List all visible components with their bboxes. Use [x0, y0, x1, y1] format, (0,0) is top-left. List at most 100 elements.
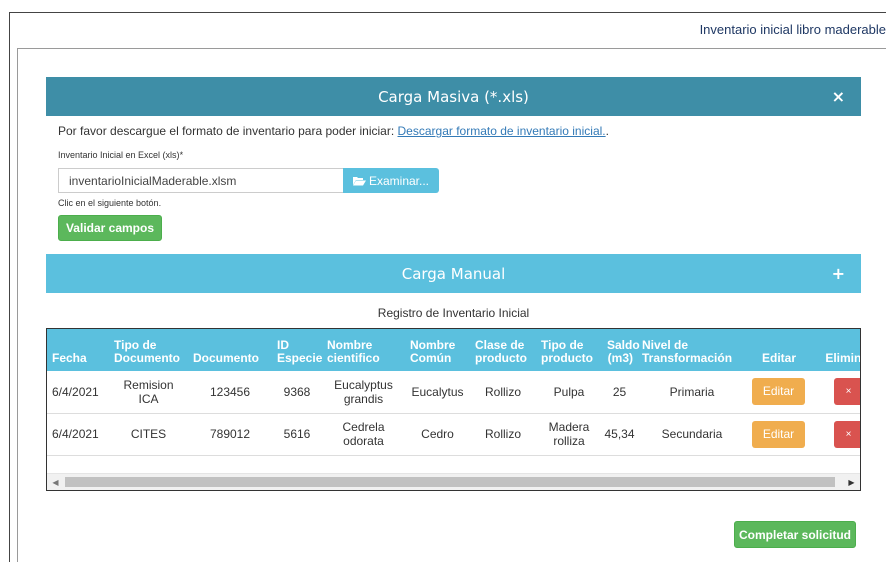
edit-button[interactable]: Editar: [752, 378, 805, 406]
scroll-left-icon[interactable]: ◀: [47, 474, 64, 490]
header-documento-label: Documento: [193, 351, 259, 365]
cell-saldo: 25: [602, 371, 637, 414]
page-title: Inventario inicial libro maderable: [699, 22, 886, 37]
header-saldo-line2: (m3): [607, 351, 633, 365]
cell-saldo: 45,34: [602, 413, 637, 456]
expand-icon[interactable]: +: [832, 254, 845, 293]
cell-tipo-producto: Madera rolliza: [536, 413, 602, 456]
cell-editar: Editar: [747, 413, 810, 456]
header-editar-label: Editar: [761, 351, 796, 365]
cell-tipo-documento-line1: Remision: [123, 377, 174, 392]
cell-nombre-cientifico-line2: grandis: [343, 391, 384, 406]
inventory-table: Fecha Tipo de Documento Documento ID Espec…: [46, 328, 861, 491]
header-fecha[interactable]: Fecha: [47, 329, 109, 371]
edit-button[interactable]: Editar: [752, 420, 805, 448]
cell-id-especie: 5616: [272, 413, 322, 456]
header-documento[interactable]: Documento: [188, 329, 272, 371]
complete-request-button[interactable]: Completar solicitud: [734, 521, 856, 548]
cell-nivel-transformacion: Primaria: [637, 371, 747, 414]
header-clase-line1: Clase de: [475, 338, 525, 352]
table-row: 6/4/2021 Remision ICA 123456 9368 Eucalyp…: [47, 371, 860, 414]
table-row: 6/4/2021 CITES 789012 5616 Cedrela odorat…: [47, 413, 860, 456]
download-format-link[interactable]: Descargar formato de inventario inicial.: [398, 124, 606, 138]
header-nombre-comun[interactable]: Nombre Común: [405, 329, 470, 371]
file-input[interactable]: inventarioInicialMaderable.xlsm: [58, 168, 343, 193]
cell-nombre-comun: Cedro: [405, 413, 470, 456]
header-nivel-line2: Transformación: [642, 351, 733, 365]
folder-open-icon: [352, 176, 366, 185]
cell-nombre-cientifico: Cedrela odorata: [322, 413, 405, 456]
excel-field-label: Inventario Inicial en Excel (xls)*: [58, 150, 183, 160]
cell-clase-producto: Rollizo: [470, 371, 536, 414]
delete-icon[interactable]: ×: [834, 420, 860, 448]
cell-tipo-producto: Pulpa: [536, 371, 602, 414]
cell-id-especie: 9368: [272, 371, 322, 414]
header-clase-line2: producto: [475, 351, 527, 365]
header-nombre-comun-line2: Común: [410, 351, 452, 365]
cell-documento: 123456: [188, 371, 272, 414]
cell-tipo-documento: CITES: [109, 413, 188, 456]
cell-nombre-cientifico-line2: odorata: [343, 434, 384, 448]
validate-hint: Clic en el siguiente botón.: [58, 198, 162, 208]
header-saldo[interactable]: Saldo (m3): [602, 329, 640, 371]
browse-button[interactable]: Examinar...: [343, 168, 439, 193]
cell-nivel-transformacion: Secundaria: [637, 413, 747, 456]
window-top-border: [9, 12, 886, 13]
file-input-value: inventarioInicialMaderable.xlsm: [69, 173, 237, 188]
header-eliminar-label: Eliminar: [825, 351, 861, 365]
header-tipo-documento-line2: Documento: [114, 351, 180, 365]
table-header-row: Fecha Tipo de Documento Documento ID Espec…: [47, 329, 861, 371]
scroll-right-icon[interactable]: ▶: [843, 474, 860, 490]
header-tipo-documento[interactable]: Tipo de Documento: [109, 329, 188, 371]
cell-nombre-cientifico: Eucalyptus grandis: [322, 371, 405, 414]
header-nivel-transformacion[interactable]: Nivel de Transformación: [637, 329, 747, 371]
header-eliminar: Eliminar: [810, 329, 861, 371]
delete-icon[interactable]: ×: [834, 378, 860, 406]
required-mark: *: [179, 150, 184, 160]
intro-end: .: [605, 124, 609, 138]
header-fecha-label: Fecha: [52, 351, 87, 365]
excel-field-label-text: Inventario Inicial en Excel (xls): [58, 150, 180, 160]
header-nombre-cientifico-line1: Nombre: [327, 338, 373, 352]
header-tipo-producto-line2: producto: [541, 351, 593, 365]
close-icon[interactable]: ×: [832, 77, 845, 116]
header-nombre-comun-line1: Nombre: [410, 338, 456, 352]
header-id-line1: ID: [277, 338, 289, 352]
header-editar: Editar: [747, 329, 810, 371]
header-tipo-documento-line1: Tipo de: [114, 338, 157, 352]
header-saldo-line1: Saldo: [607, 338, 640, 352]
cell-tipo-documento: Remision ICA: [109, 371, 188, 414]
cell-nombre-comun: Eucalytus: [405, 371, 470, 414]
intro-text: Por favor descargue el formato de invent…: [58, 124, 609, 138]
table-caption: Registro de Inventario Inicial: [377, 306, 530, 320]
intro-message: Por favor descargue el formato de invent…: [58, 124, 398, 138]
header-nombre-cientifico[interactable]: Nombre cientifico: [322, 329, 405, 371]
inventory-grid: Fecha Tipo de Documento Documento ID Espec…: [47, 329, 861, 456]
cell-eliminar: ×: [810, 413, 860, 456]
carga-masiva-title: Carga Masiva (*.xls): [378, 87, 529, 106]
validate-fields-button[interactable]: Validar campos: [58, 215, 162, 241]
carga-masiva-header: Carga Masiva (*.xls) ×: [46, 77, 861, 116]
cell-documento: 789012: [188, 413, 272, 456]
cell-fecha: 6/4/2021: [47, 413, 109, 456]
header-nombre-cientifico-line2: cientifico: [327, 351, 380, 365]
cell-nombre-cientifico-line1: Eucalyptus: [334, 377, 393, 392]
cell-eliminar: ×: [810, 371, 860, 414]
header-id-especie[interactable]: ID Especie: [272, 329, 322, 371]
cell-tipo-documento-line2: ICA: [138, 391, 159, 406]
cell-tipo-producto-line1: Madera: [548, 420, 590, 434]
browse-button-label: Examinar...: [368, 173, 430, 188]
cell-fecha: 6/4/2021: [47, 371, 109, 414]
header-id-line2: Especie: [277, 351, 323, 365]
carga-manual-header[interactable]: Carga Manual +: [46, 254, 861, 293]
cell-nombre-cientifico-line1: Cedrela: [342, 420, 385, 434]
cell-clase-producto: Rollizo: [470, 413, 536, 456]
header-clase-producto[interactable]: Clase de producto: [470, 329, 536, 371]
horizontal-scrollbar[interactable]: ◀ ▶: [47, 473, 860, 490]
header-tipo-producto-line1: Tipo de: [541, 338, 584, 352]
cell-tipo-producto-line2: rolliza: [553, 434, 585, 448]
carga-manual-title: Carga Manual: [401, 264, 506, 283]
cell-editar: Editar: [747, 371, 810, 414]
scroll-thumb[interactable]: [65, 477, 835, 487]
header-tipo-producto[interactable]: Tipo de producto: [536, 329, 602, 371]
